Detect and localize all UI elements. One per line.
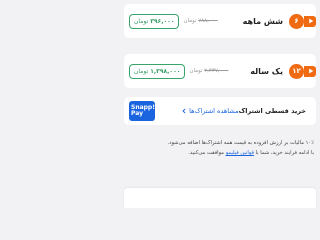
old-price-currency: تومان	[189, 68, 203, 74]
snapp-pay-card[interactable]: خرید قسطی اشتراک مشاهده اشتراک‌ها Snapp!…	[124, 97, 316, 125]
vat-note: ۱۰٪ مالیات بر ارزش افزوده به قیمت همه اش…	[167, 140, 315, 146]
terms-note-before: با ادامه فرایند خرید، شما با	[253, 150, 314, 156]
price-value: ۳۹۶,۰۰۰	[150, 17, 175, 25]
price-currency: تومان	[134, 17, 149, 25]
old-price-value: ۲,۴۳۷,۰۰۰	[204, 68, 229, 74]
terms-note: با ادامه فرایند خرید، شما با قوانین فیلی…	[126, 148, 314, 158]
plan-name: شش ماهه	[242, 16, 283, 26]
price-currency: تومان	[134, 67, 149, 75]
purchase-notes: ۱۰٪ مالیات بر ارزش افزوده به قیمت همه اش…	[126, 138, 315, 158]
view-subscriptions-link[interactable]: مشاهده اشتراک‌ها	[181, 107, 239, 115]
plan-card-six-month[interactable]: ۶ شش ماهه ۷۸۸,۰۰۰ تومان ۳۹۶,۰۰۰ تومان	[124, 4, 316, 38]
chevron-left-icon	[182, 108, 186, 114]
plan-price-button[interactable]: ۳۹۶,۰۰۰ تومان	[129, 13, 180, 29]
price-value: ۱,۳۹۸,۰۰۰	[150, 67, 181, 75]
snapp-pay-logo: Snapp! Pay	[129, 101, 155, 121]
snapp-pay-logo-line2: Pay	[131, 110, 144, 117]
plan-price-button[interactable]: ۱,۳۹۸,۰۰۰ تومان	[129, 63, 186, 79]
view-subscriptions-label: مشاهده اشتراک‌ها	[189, 107, 239, 115]
terms-note-after: موافقت می‌کنید.	[188, 150, 226, 156]
plan-duration-badge: ۱۲	[289, 63, 304, 79]
plan-name: یک ساله	[250, 66, 283, 76]
old-price-value: ۷۸۸,۰۰۰	[198, 18, 218, 24]
old-price-currency: تومان	[183, 18, 197, 24]
plan-old-price: ۲,۴۳۷,۰۰۰ تومان	[189, 68, 228, 74]
bottom-panel	[124, 188, 316, 208]
snapp-pay-title: خرید قسطی اشتراک	[238, 107, 306, 115]
play-icon	[304, 15, 316, 27]
plan-old-price: ۷۸۸,۰۰۰ تومان	[183, 18, 217, 24]
filimo-terms-link[interactable]: قوانین فیلیمو	[226, 150, 254, 156]
plan-duration-badge: ۶	[289, 13, 304, 29]
plan-card-one-year[interactable]: ۱۲ یک ساله ۲,۴۳۷,۰۰۰ تومان ۱,۳۹۸,۰۰۰ توم…	[124, 54, 316, 88]
play-icon	[304, 65, 316, 77]
